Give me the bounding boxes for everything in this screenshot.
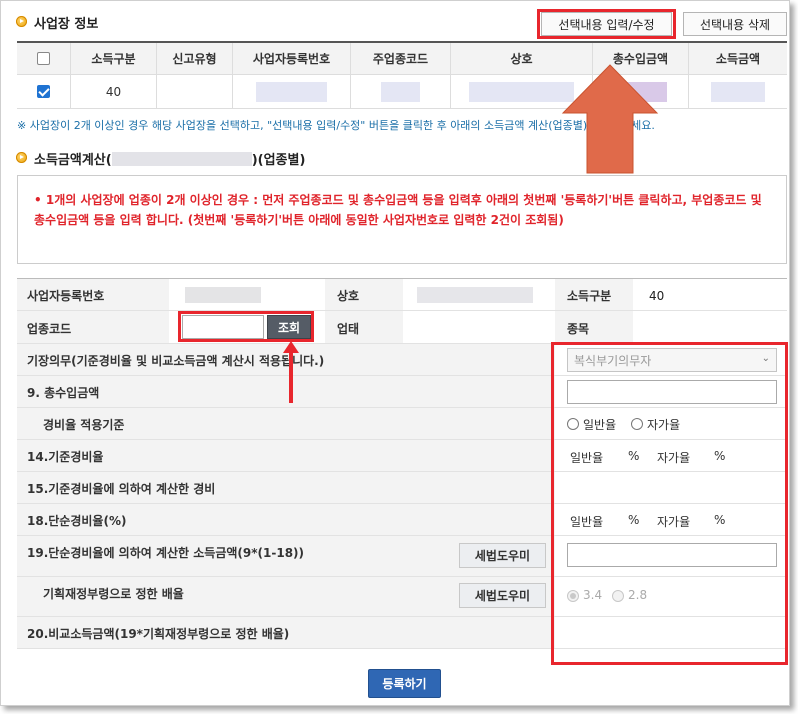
compare-income-label: 20.비교소득금액(19*기획재정부령으로 정한 배율) [27,627,290,641]
income-type-value: 40 [649,289,665,303]
std-rate-label: 14.기준경비율 [27,450,104,464]
redacted-block [380,81,421,102]
highlight-input-column [551,342,788,665]
select-all-checkbox[interactable] [37,52,50,65]
table-row[interactable]: 40 [17,75,787,109]
register-button[interactable]: 등록하기 [368,669,441,698]
business-table: 소득구분 신고유형 사업자등록번호 주업종코드 상호 총수입금액 소득금액 40 [17,41,787,109]
warning-box: • 1개의 사업장에 업종이 2개 이상인 경우 : 먼저 주업종코드 및 총수… [17,175,787,264]
header-income: 소득금액 [715,52,761,66]
multiplier-label: 기획재정부령으로 정한 배율 [43,587,184,601]
section-title-prefix: 소득금액계산( [34,153,112,168]
section-bullet-icon [16,152,27,163]
row-checkbox[interactable] [37,85,50,98]
total-revenue-label: 9. 총수입금액 [27,386,100,400]
bookkeeping-label: 기장의무(기준경비율 및 비교소득금액 계산시 적용됩니다.) [27,354,325,368]
cell-income-type: 40 [71,75,157,108]
up-arrow-small-annotation [283,341,299,403]
section-bullet-icon [16,16,27,27]
tax-help-button[interactable]: 세법도우미 [459,543,546,568]
header-industry-code: 주업종코드 [351,43,451,74]
redacted-block [468,81,575,102]
form-row-industry: 업종코드 조회 업태 종목 [17,311,787,344]
biz-reg-no-label: 사업자등록번호 [27,289,105,303]
section-title-business-info: 사업장 정보 [34,17,99,32]
highlight-lookup [178,311,314,342]
tax-help-button-2[interactable]: 세법도우미 [459,583,546,608]
instruction-note: ※ 사업장이 2개 이상인 경우 해당 사업장을 선택하고, "선택내용 입력/… [17,119,655,132]
redacted-block [417,287,533,303]
form-row-biz: 사업자등록번호 상호 소득구분 40 [17,279,787,311]
highlight-edit-button [537,9,676,39]
section-title-income-calc: 소득금액계산( )(업종별) [34,149,305,168]
cell-industry-code [351,75,451,108]
company-label: 상호 [337,289,360,303]
header-income-type: 소득구분 [71,43,157,74]
delete-selected-button[interactable]: 선택내용 삭제 [683,12,787,36]
redacted-block [711,81,765,102]
redacted-block [185,287,261,303]
header-select [17,43,71,74]
redacted-block [111,151,252,166]
header-biz-reg-no: 사업자등록번호 [233,43,351,74]
income-type-label: 소득구분 [567,289,612,303]
up-arrow-annotation [561,64,659,174]
business-type-label: 업태 [337,322,360,336]
industry-code-label: 업종코드 [27,322,72,336]
warning-text: • 1개의 사업장에 업종이 2개 이상인 경우 : 먼저 주업종코드 및 총수… [34,193,762,227]
simple-rate-label: 18.단순경비율(%) [27,514,127,528]
cell-income [689,75,787,108]
row-select [17,75,71,108]
cell-biz-reg-no [233,75,351,108]
expense-basis-label: 경비율 적용기준 [43,418,125,432]
simple-income-label: 19.단순경비율에 의하여 계산한 소득금액(9*(1-18)) [27,546,305,560]
cell-report-type [157,75,233,108]
redacted-block [256,81,327,102]
header-report-type: 신고유형 [157,43,233,74]
window-frame: 사업장 정보 선택내용 입력/수정 선택내용 삭제 소득구분 신고유형 사업자등… [0,0,790,706]
item-label: 종목 [567,322,590,336]
std-expense-label: 15.기준경비율에 의하여 계산한 경비 [27,482,216,496]
table-header-row: 소득구분 신고유형 사업자등록번호 주업종코드 상호 총수입금액 소득금액 [17,43,787,75]
section-title-suffix: )(업종별) [251,153,306,168]
